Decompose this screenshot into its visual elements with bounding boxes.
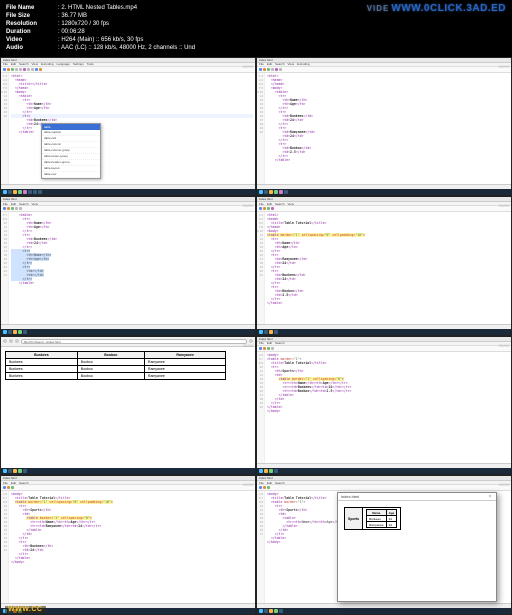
meta-value: : 2. HTML Nested Tables.mp4	[58, 4, 137, 12]
address-bar[interactable]: file:///C:/Users/.../index.html	[21, 339, 247, 344]
preview-window[interactable]: index.html × Sports NameAge Bunkees24 Ra…	[337, 492, 497, 602]
frame-1-editor: index.html FileEditSearchViewEncodingLan…	[0, 57, 256, 197]
frame-4-editor: index.html FileEditSearchView 1 2 3 4 5 …	[256, 196, 512, 336]
frame-3-editor-selection: index.html FileEditSearchView 6 7 8 9 10…	[0, 196, 256, 336]
preview-titlebar[interactable]: index.html ×	[338, 493, 496, 501]
open-icon[interactable]	[7, 68, 10, 71]
browser-toolbar[interactable]: file:///C:/Users/.../index.html	[1, 337, 255, 347]
back-icon[interactable]	[3, 339, 7, 343]
nested-table-inner: NameAge Bunkees24 Ramyanee24	[366, 509, 397, 528]
task-icon[interactable]	[8, 190, 12, 194]
outer-header: Sports	[345, 508, 363, 530]
nested-table-outer: Sports NameAge Bunkees24 Ramyanee24	[344, 507, 401, 530]
bottom-watermark: WWW.CC	[5, 606, 46, 613]
save-icon[interactable]	[11, 68, 14, 71]
frame-2-editor: index.html FileEditSearchViewEncoding 1 …	[256, 57, 512, 197]
line-gutter: 1 2 3 4 5 6 7 8 9 10 11 12 13 14 15 16	[1, 73, 9, 185]
preview-body: Sports NameAge Bunkees24 Ramyanee24	[338, 501, 496, 601]
autocomplete-popup[interactable]: table table-caption table-cell table-col…	[41, 123, 101, 179]
frame-6-editor: index.html FileEditSearch 4 5 6 7 8 9 10…	[256, 336, 512, 476]
meta-label: File Name	[6, 4, 52, 12]
tool-icon[interactable]	[15, 68, 18, 71]
close-icon[interactable]: ×	[487, 494, 493, 500]
preview-title: index.html	[341, 494, 359, 499]
forward-icon[interactable]	[9, 339, 13, 343]
new-file-icon[interactable]	[3, 68, 6, 71]
file-metadata-block: VIDEWWW.0CLICK.3AD.ED File Name : 2. HTML…	[0, 0, 512, 57]
frame-5-browser: file:///C:/Users/.../index.html BunkeesB…	[0, 336, 256, 476]
rendered-table: BunkeesBoobooRamyanee BunkeesBoobooRamya…	[5, 351, 226, 380]
windows-taskbar[interactable]	[1, 189, 255, 195]
thumbnail-grid: index.html FileEditSearchViewEncodingLan…	[0, 57, 512, 615]
frame-8-editor-preview: index.html FileEditSearch 4 5 6 7 8 9 10…	[256, 475, 512, 615]
code-editor[interactable]: 1 2 3 4 5 6 7 8 9 10 11 12 13 14 15 16 <…	[1, 73, 255, 185]
top-watermark: VIDEWWW.0CLICK.3AD.ED	[367, 2, 506, 16]
start-icon[interactable]	[3, 190, 7, 194]
browser-viewport[interactable]: BunkeesBoobooRamyanee BunkeesBoobooRamya…	[1, 347, 255, 469]
frame-7-editor: index.html FileEditSearch 4 5 6 7 8 9 10…	[0, 475, 256, 615]
reload-icon[interactable]	[15, 339, 19, 343]
pane-watermark: ViViVi	[243, 64, 253, 69]
